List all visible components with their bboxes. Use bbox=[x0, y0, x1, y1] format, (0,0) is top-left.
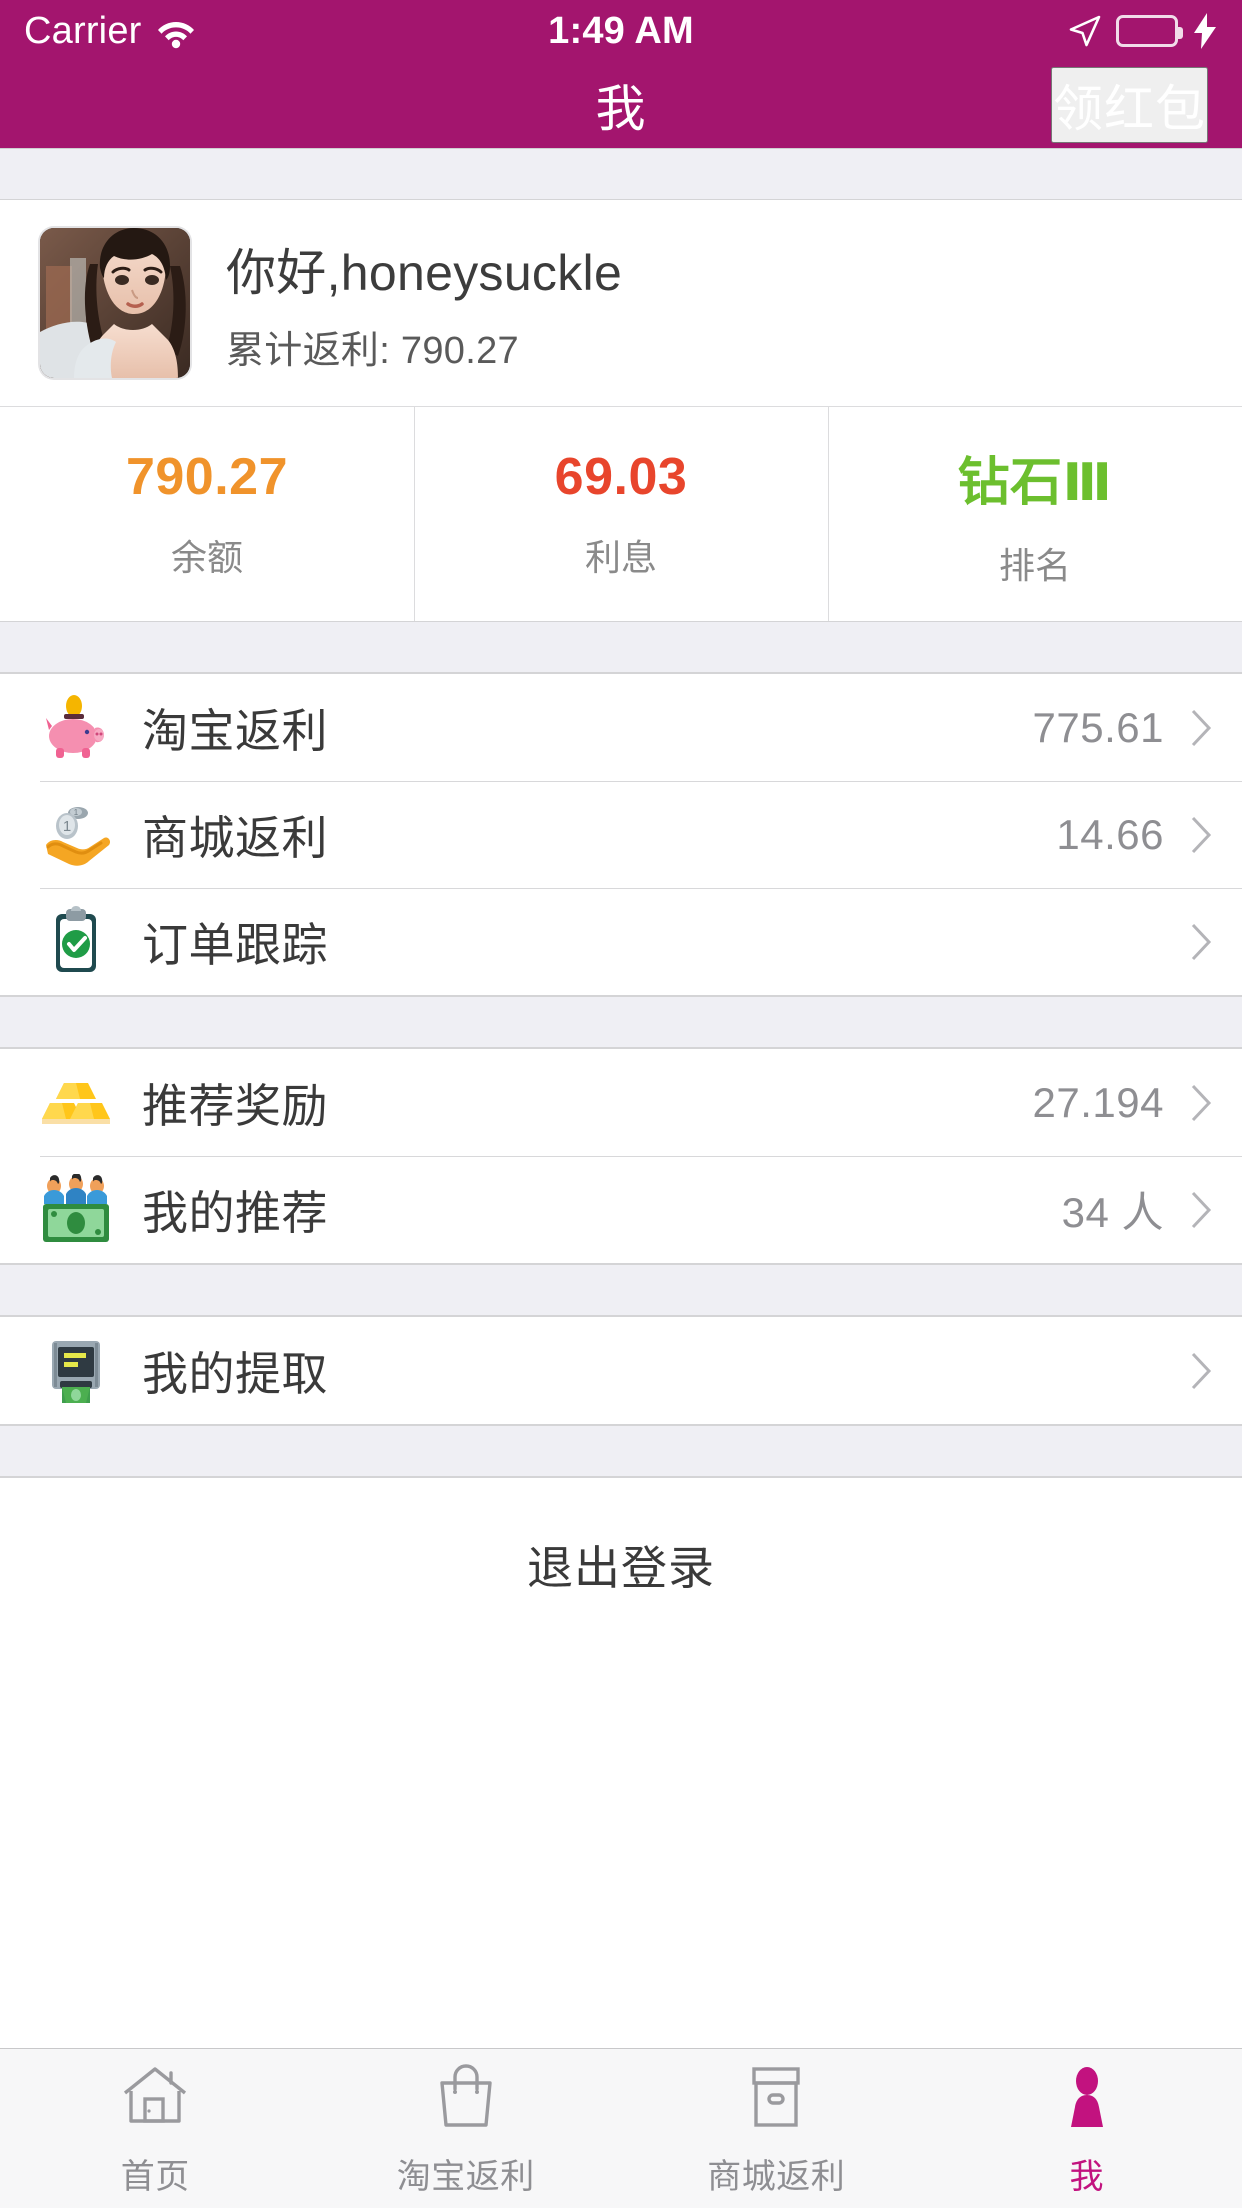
stats-row: 790.27 余额 69.03 利息 钻石Ⅲ 排名 bbox=[0, 406, 1242, 621]
menu-group-withdraw: 我的提取 bbox=[0, 1316, 1242, 1425]
people-money-icon bbox=[40, 1173, 112, 1246]
svg-text:1: 1 bbox=[74, 808, 79, 817]
menu-item-value: 27.194 bbox=[1032, 1078, 1164, 1126]
page-body: 你好,honeysuckle 累计返利: 790.27 790.27 余额 69… bbox=[0, 148, 1242, 2048]
section-gap-2 bbox=[0, 996, 1242, 1048]
store-box-icon bbox=[738, 2059, 814, 2135]
chevron-right-icon bbox=[1190, 815, 1212, 855]
chevron-right-icon bbox=[1190, 1190, 1212, 1230]
section-gap-4 bbox=[0, 1425, 1242, 1477]
user-avatar-photo[interactable] bbox=[40, 228, 190, 378]
profile-card[interactable]: 你好,honeysuckle 累计返利: 790.27 bbox=[0, 200, 1242, 406]
wifi-icon bbox=[156, 16, 196, 49]
home-icon bbox=[117, 2059, 193, 2135]
title-bar: 我 领红包 bbox=[0, 62, 1242, 148]
person-icon bbox=[1049, 2059, 1125, 2135]
menu-item-value: 775.61 bbox=[1032, 703, 1164, 751]
status-bar: Carrier 1:49 AM bbox=[0, 0, 1242, 62]
stat-rank-value: 钻石Ⅲ bbox=[957, 453, 1113, 512]
profile-text: 你好,honeysuckle 累计返利: 790.27 bbox=[226, 233, 622, 374]
status-bar-left: Carrier bbox=[24, 10, 196, 53]
carrier-label: Carrier bbox=[24, 9, 142, 52]
chevron-right-icon bbox=[1190, 1083, 1212, 1123]
menu-item-right: 14.66 bbox=[1056, 811, 1212, 859]
menu-item-label: 我的提取 bbox=[142, 1347, 328, 1400]
menu-item-my-referrals[interactable]: 我的推荐 34 人 bbox=[0, 1156, 1242, 1263]
menu-item-label: 订单跟踪 bbox=[142, 918, 328, 971]
section-gap-3 bbox=[0, 1264, 1242, 1316]
tab-label: 首页 bbox=[120, 2158, 190, 2196]
logout-section: 退出登录 bbox=[0, 1477, 1242, 2048]
chevron-right-icon bbox=[1190, 922, 1212, 962]
atm-machine-icon bbox=[40, 1335, 112, 1407]
tab-home[interactable]: 首页 bbox=[0, 2049, 311, 2208]
stat-interest[interactable]: 69.03 利息 bbox=[414, 407, 828, 621]
tab-label: 淘宝返利 bbox=[396, 2158, 535, 2196]
menu-item-right bbox=[1164, 922, 1212, 962]
tab-profile[interactable]: 我 bbox=[932, 2049, 1242, 2208]
stat-balance-value: 790.27 bbox=[125, 448, 289, 506]
menu-group-referrals: 推荐奖励 27.194 我的推荐 34 人 bbox=[0, 1048, 1242, 1264]
menu-item-taobao-rebate[interactable]: 淘宝返利 775.61 bbox=[0, 674, 1242, 781]
gold-bars-icon bbox=[40, 1067, 112, 1139]
menu-item-right: 775.61 bbox=[1033, 704, 1212, 752]
tab-label: 商城返利 bbox=[707, 2158, 846, 2196]
stat-balance[interactable]: 790.27 余额 bbox=[0, 407, 414, 621]
coin-in-hand-icon: 1 1 bbox=[40, 799, 112, 871]
menu-item-mall-rebate[interactable]: 1 1 商城返利 14.66 bbox=[0, 781, 1242, 888]
stat-interest-label: 利息 bbox=[584, 537, 657, 578]
app-root: Carrier 1:49 AM 我 领红包 你好,honeysuckle 累计返… bbox=[0, 0, 1242, 2208]
location-arrow-icon bbox=[1068, 14, 1102, 48]
piggy-bank-icon bbox=[40, 692, 112, 764]
claim-red-packet-button[interactable]: 领红包 bbox=[1051, 67, 1208, 143]
menu-item-my-withdrawals[interactable]: 我的提取 bbox=[0, 1317, 1242, 1424]
svg-text:1: 1 bbox=[63, 818, 71, 835]
tab-taobao-rebate[interactable]: 淘宝返利 bbox=[311, 2049, 622, 2208]
lightning-bolt-icon bbox=[1192, 13, 1218, 49]
section-gap-top bbox=[0, 148, 1242, 200]
chevron-right-icon bbox=[1190, 1351, 1212, 1391]
battery-full-icon bbox=[1116, 15, 1183, 47]
greeting-text: 你好,honeysuckle bbox=[226, 244, 623, 301]
menu-item-referral-reward[interactable]: 推荐奖励 27.194 bbox=[0, 1049, 1242, 1156]
menu-item-right bbox=[1164, 1351, 1212, 1391]
menu-item-label: 推荐奖励 bbox=[142, 1079, 328, 1132]
page-title: 我 bbox=[595, 81, 647, 137]
menu-item-label: 商城返利 bbox=[142, 811, 328, 864]
stat-balance-label: 余额 bbox=[170, 537, 243, 578]
status-bar-right bbox=[1068, 13, 1218, 49]
stat-rank-label: 排名 bbox=[998, 544, 1071, 586]
stat-rank[interactable]: 钻石Ⅲ 排名 bbox=[828, 407, 1242, 621]
menu-item-right: 27.194 bbox=[1033, 1079, 1212, 1127]
tab-label: 我 bbox=[1069, 2158, 1104, 2196]
menu-item-label: 淘宝返利 bbox=[142, 704, 328, 757]
navigation-bar: Carrier 1:49 AM 我 领红包 bbox=[0, 0, 1242, 148]
clipboard-check-icon bbox=[40, 905, 112, 978]
menu-item-value: 14.66 bbox=[1056, 810, 1164, 858]
menu-item-right: 34 人 bbox=[1062, 1179, 1212, 1240]
menu-item-order-tracking[interactable]: 订单跟踪 bbox=[0, 888, 1242, 995]
shopping-bag-icon bbox=[428, 2059, 504, 2135]
stat-interest-value: 69.03 bbox=[554, 448, 688, 506]
chevron-right-icon bbox=[1190, 708, 1212, 748]
total-rebate-text: 累计返利: 790.27 bbox=[226, 329, 519, 372]
logout-button[interactable]: 退出登录 bbox=[527, 1532, 715, 1598]
tab-mall-rebate[interactable]: 商城返利 bbox=[621, 2049, 932, 2208]
menu-item-value: 34 人 bbox=[1061, 1189, 1164, 1236]
tab-bar: 首页 淘宝返利 商城返利 我 bbox=[0, 2048, 1242, 2208]
section-gap-1 bbox=[0, 621, 1242, 673]
menu-group-rebates: 淘宝返利 775.61 1 1 商城返利 14.66 订单跟踪 bbox=[0, 673, 1242, 996]
menu-item-label: 我的推荐 bbox=[142, 1186, 328, 1239]
